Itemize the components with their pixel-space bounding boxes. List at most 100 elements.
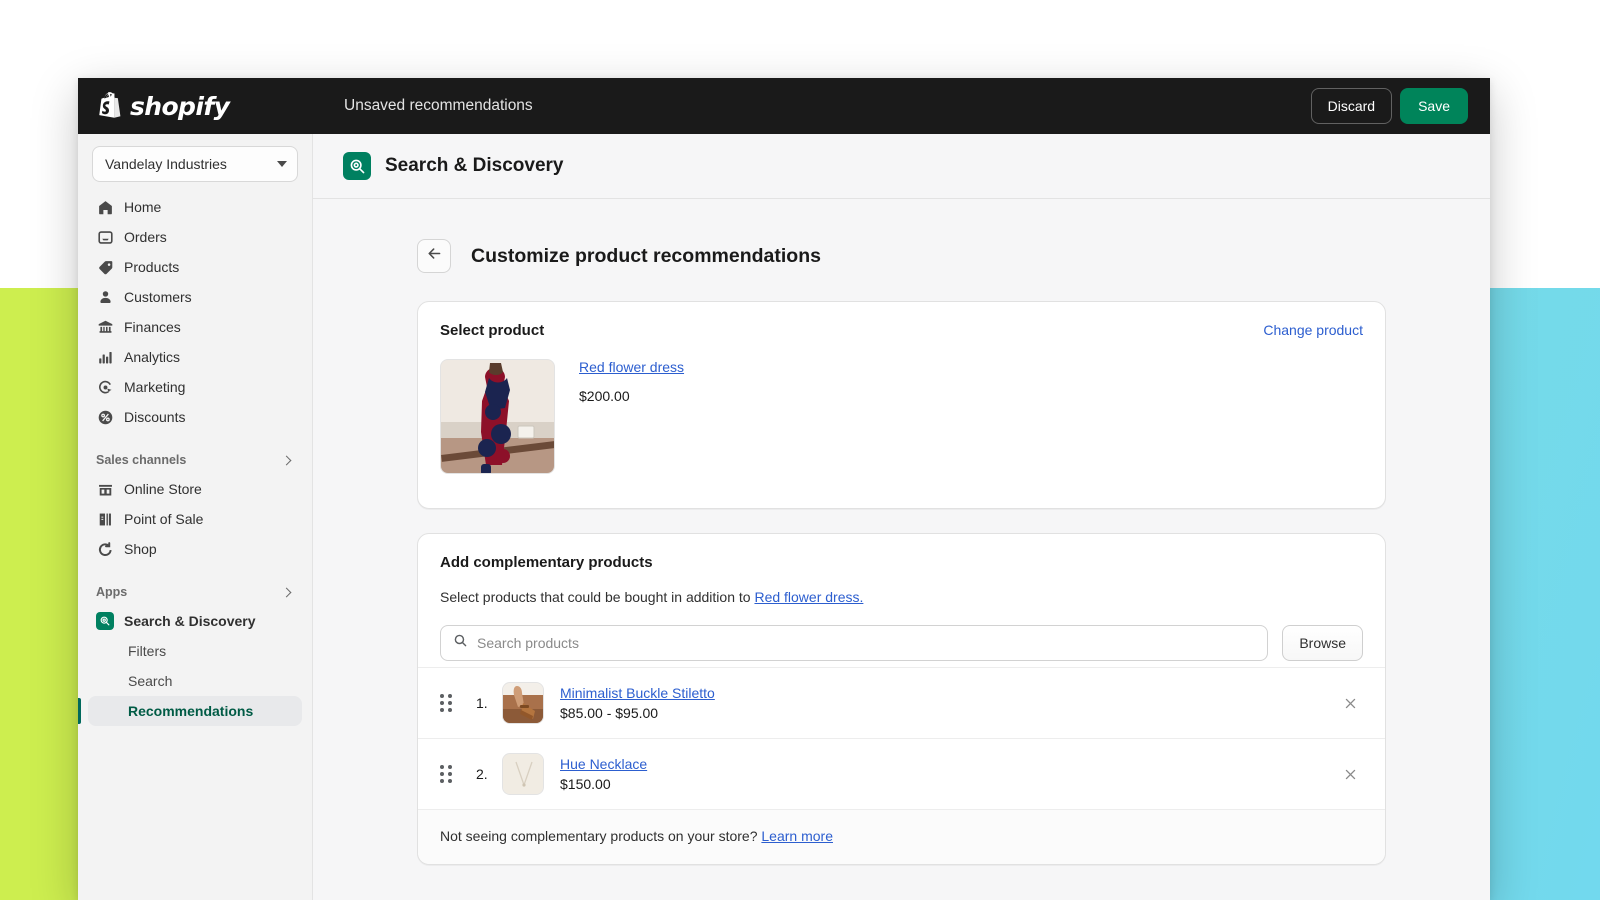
sidebar-item-discounts[interactable]: Discounts — [88, 402, 302, 432]
search-row: Search products Browse — [440, 625, 1363, 661]
sidebar-item-label: Search & Discovery — [124, 613, 256, 629]
sidebar-item-search-and-discovery[interactable]: Search & Discovery — [88, 606, 302, 636]
sidebar-item-finances[interactable]: Finances — [88, 312, 302, 342]
product-name-link[interactable]: Red flower dress — [579, 359, 684, 375]
app-title: Search & Discovery — [385, 155, 564, 177]
apps-section-header[interactable]: Apps — [88, 578, 302, 606]
chevron-right-icon — [282, 587, 292, 597]
sidebar-item-filters[interactable]: Filters — [88, 636, 302, 666]
finances-bank-icon — [96, 318, 114, 336]
sidebar-item-label: Home — [124, 199, 161, 215]
sidebar-item-online-store[interactable]: Online Store — [88, 474, 302, 504]
table-row[interactable]: 2. Hue Necklace $150.00 — [418, 738, 1385, 809]
search-input[interactable]: Search products — [440, 625, 1268, 661]
sidebar-item-label: Discounts — [124, 409, 185, 425]
sales-channels-heading: Sales channels — [96, 453, 283, 467]
product-price: $200.00 — [579, 388, 684, 404]
orders-inbox-icon — [96, 228, 114, 246]
arrow-left-icon — [426, 245, 443, 267]
sidebar-item-products[interactable]: Products — [88, 252, 302, 282]
sidebar-item-orders[interactable]: Orders — [88, 222, 302, 252]
select-product-card: Select product Change product — [417, 301, 1386, 509]
sidebar-item-label: Shop — [124, 541, 157, 557]
sidebar-item-home[interactable]: Home — [88, 192, 302, 222]
product-price: $85.00 - $95.00 — [560, 705, 1337, 721]
analytics-bars-icon — [96, 348, 114, 366]
point-of-sale-icon — [96, 510, 114, 528]
shopify-wordmark: shopify — [130, 92, 229, 121]
browse-button[interactable]: Browse — [1282, 625, 1363, 661]
selected-product-row: Red flower dress $200.00 — [418, 339, 1385, 508]
sidebar-item-customers[interactable]: Customers — [88, 282, 302, 312]
storefront-icon — [96, 480, 114, 498]
unsaved-changes-title: Unsaved recommendations — [344, 97, 533, 115]
subtitle-product-link[interactable]: Red flower dress. — [754, 589, 863, 605]
learn-more-link[interactable]: Learn more — [761, 828, 833, 844]
admin-topbar: shopify Unsaved recommendations Discard … — [78, 78, 1490, 134]
products-tag-icon — [96, 258, 114, 276]
sidebar-item-label: Search — [128, 673, 172, 689]
product-name-link[interactable]: Hue Necklace — [560, 756, 647, 772]
product-thumbnail[interactable] — [502, 753, 544, 795]
complementary-title: Add complementary products — [440, 554, 1363, 571]
admin-body: Vandelay Industries Home Orders — [78, 134, 1490, 900]
sidebar: Vandelay Industries Home Orders — [78, 134, 313, 900]
sidebar-item-label: Customers — [124, 289, 192, 305]
marketing-target-icon — [96, 378, 114, 396]
row-index: 2. — [476, 766, 502, 782]
drag-handle-icon[interactable] — [440, 765, 456, 783]
back-button[interactable] — [417, 239, 451, 273]
drag-handle-icon[interactable] — [440, 694, 456, 712]
apps-heading: Apps — [96, 585, 283, 599]
selected-indicator-bar — [78, 698, 81, 724]
topbar-actions: Discard Save — [1311, 78, 1468, 134]
page-scroll-area[interactable]: Customize product recommendations Select… — [313, 199, 1490, 899]
shopify-logo[interactable]: shopify — [78, 92, 313, 121]
sidebar-item-label: Recommendations — [128, 703, 253, 719]
close-icon[interactable] — [1337, 761, 1363, 787]
page-title: Customize product recommendations — [471, 245, 821, 268]
sidebar-item-label: Orders — [124, 229, 167, 245]
close-icon[interactable] — [1337, 690, 1363, 716]
sidebar-item-point-of-sale[interactable]: Point of Sale — [88, 504, 302, 534]
browser-window: shopify Unsaved recommendations Discard … — [78, 78, 1490, 900]
sidebar-item-label: Online Store — [124, 481, 202, 497]
sidebar-item-analytics[interactable]: Analytics — [88, 342, 302, 372]
sales-channels-section-header[interactable]: Sales channels — [88, 446, 302, 474]
sidebar-item-label: Marketing — [124, 379, 185, 395]
chevron-down-icon — [277, 161, 287, 167]
save-button[interactable]: Save — [1400, 88, 1468, 124]
table-row[interactable]: 1. — [418, 667, 1385, 738]
search-discovery-app-icon — [343, 152, 371, 180]
sidebar-item-recommendations[interactable]: Recommendations — [88, 696, 302, 726]
shop-icon — [96, 540, 114, 558]
complementary-products-card: Add complementary products Select produc… — [417, 533, 1386, 865]
sidebar-item-label: Point of Sale — [124, 511, 203, 527]
sidebar-item-label: Filters — [128, 643, 166, 659]
select-product-title: Select product — [440, 322, 1263, 339]
select-product-card-header: Select product Change product — [418, 302, 1385, 339]
sidebar-item-label: Finances — [124, 319, 181, 335]
sidebar-item-search[interactable]: Search — [88, 666, 302, 696]
discard-button[interactable]: Discard — [1311, 88, 1392, 124]
complementary-card-footer: Not seeing complementary products on you… — [418, 809, 1385, 864]
search-icon — [453, 633, 468, 653]
footer-text: Not seeing complementary products on you… — [440, 828, 761, 844]
store-switcher[interactable]: Vandelay Industries — [92, 146, 298, 182]
page-header: Customize product recommendations — [417, 239, 1490, 273]
home-icon — [96, 198, 114, 216]
sidebar-item-label: Products — [124, 259, 179, 275]
change-product-link[interactable]: Change product — [1263, 322, 1363, 338]
complementary-subtitle-text: Select products that could be bought in … — [440, 589, 754, 605]
sidebar-item-shop[interactable]: Shop — [88, 534, 302, 564]
search-discovery-app-icon — [96, 612, 114, 630]
product-price: $150.00 — [560, 776, 1337, 792]
sidebar-item-marketing[interactable]: Marketing — [88, 372, 302, 402]
product-thumbnail[interactable] — [502, 682, 544, 724]
product-thumbnail[interactable] — [440, 359, 555, 474]
shopify-bag-icon — [96, 92, 122, 121]
app-header: Search & Discovery — [313, 134, 1490, 199]
product-name-link[interactable]: Minimalist Buckle Stiletto — [560, 685, 715, 701]
main-content: Search & Discovery Customize product rec… — [313, 134, 1490, 900]
customers-person-icon — [96, 288, 114, 306]
